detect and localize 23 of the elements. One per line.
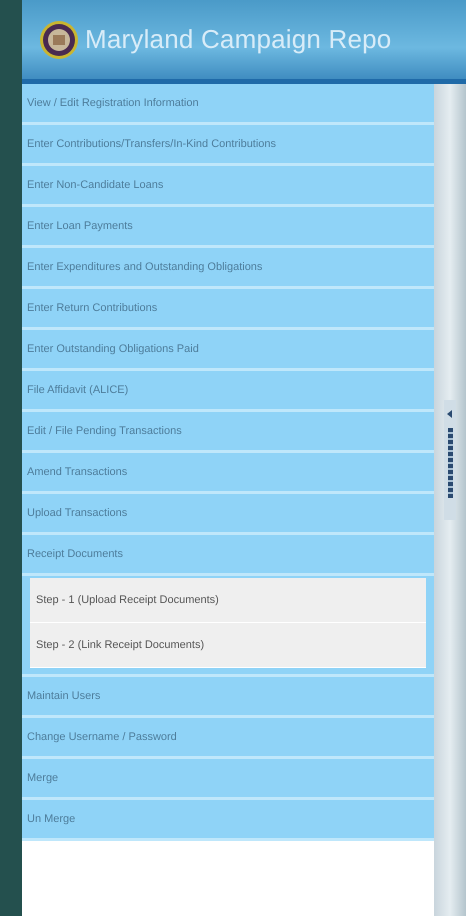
menu-item[interactable]: Enter Expenditures and Outstanding Obligations	[22, 248, 434, 289]
menu-item[interactable]: Receipt Documents	[22, 535, 434, 576]
grip-icon	[448, 428, 452, 498]
menu-item[interactable]: Amend Transactions	[22, 453, 434, 494]
collapse-handle[interactable]	[444, 400, 456, 520]
seal-logo	[39, 20, 79, 60]
menu-item[interactable]: Upload Transactions	[22, 494, 434, 535]
menu-item[interactable]: Enter Loan Payments	[22, 207, 434, 248]
arrow-left-icon	[446, 410, 454, 418]
menu-item[interactable]: Enter Outstanding Obligations Paid	[22, 330, 434, 371]
menu-item[interactable]: Change Username / Password	[22, 718, 434, 759]
menu-item[interactable]: File Affidavit (ALICE)	[22, 371, 434, 412]
submenu-item[interactable]: Step - 1 (Upload Receipt Documents)	[30, 578, 426, 623]
menu-item[interactable]: Maintain Users	[22, 677, 434, 718]
menu-item[interactable]: Edit / File Pending Transactions	[22, 412, 434, 453]
submenu-item[interactable]: Step - 2 (Link Receipt Documents)	[30, 623, 426, 668]
menu-item[interactable]: Merge	[22, 759, 434, 800]
menu-item[interactable]: Enter Non-Candidate Loans	[22, 166, 434, 207]
menu-item[interactable]: Enter Contributions/Transfers/In-Kind Contributions	[22, 125, 434, 166]
menu-item[interactable]: Un Merge	[22, 800, 434, 841]
menu-item[interactable]: Enter Return Contributions	[22, 289, 434, 330]
menu-item[interactable]: View / Edit Registration Information	[22, 84, 434, 125]
site-title: Maryland Campaign Repo	[85, 24, 392, 55]
